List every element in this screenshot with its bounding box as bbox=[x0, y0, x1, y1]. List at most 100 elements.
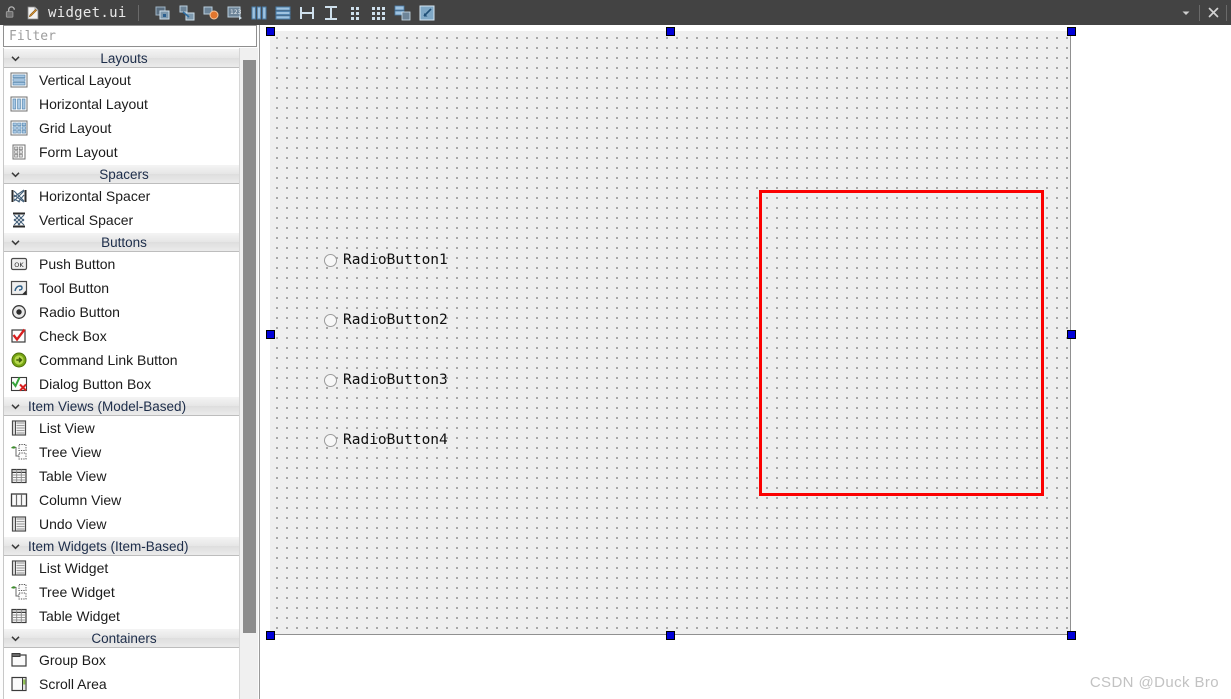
widget-box-item-list-widget[interactable]: List Widget bbox=[4, 556, 240, 580]
layout-splitter-v-icon[interactable] bbox=[319, 1, 343, 25]
section-header-label: Layouts bbox=[100, 50, 148, 66]
widget-box-section-header[interactable]: Buttons bbox=[4, 232, 240, 252]
widget-box-item-push-button[interactable]: OK Push Button bbox=[4, 252, 240, 276]
svg-text:123: 123 bbox=[230, 9, 242, 16]
selection-handle-top-middle[interactable] bbox=[666, 27, 675, 36]
widget-box-item-table-widget[interactable]: Table Widget bbox=[4, 604, 240, 628]
widget-box-item-tool-button[interactable]: Tool Button bbox=[4, 276, 240, 300]
horizontal-spacer-icon bbox=[10, 187, 32, 205]
chevron-down-icon[interactable] bbox=[4, 53, 26, 64]
widget-box-item-form-layout[interactable]: Form Layout bbox=[4, 140, 240, 164]
widget-box-item-list-view[interactable]: List View bbox=[4, 416, 240, 440]
edit-tab-order-icon[interactable]: 123 bbox=[223, 1, 247, 25]
list-view-icon bbox=[10, 419, 32, 437]
grid-layout-icon bbox=[10, 119, 32, 137]
edit-widgets-icon[interactable] bbox=[151, 1, 175, 25]
widget-box-item-label: Tree View bbox=[39, 444, 102, 460]
widget-box-section-header[interactable]: Item Views (Model-Based) bbox=[4, 396, 240, 416]
selection-handle-bottom-left[interactable] bbox=[266, 631, 275, 640]
radio-button-icon bbox=[10, 303, 32, 321]
toolbar-separator bbox=[127, 1, 151, 25]
layout-grid-icon[interactable] bbox=[367, 1, 391, 25]
widget-box-section-header[interactable]: Spacers bbox=[4, 164, 240, 184]
table-view-icon bbox=[10, 467, 32, 485]
widget-box-item-label: Group Box bbox=[39, 652, 106, 668]
form-work-area[interactable]: RadioButton1 RadioButton2 RadioButton3 R… bbox=[261, 25, 1231, 699]
selection-handle-bottom-middle[interactable] bbox=[666, 631, 675, 640]
layout-vertically-icon[interactable] bbox=[271, 1, 295, 25]
widget-box-item-radio-button[interactable]: Radio Button bbox=[4, 300, 240, 324]
section-header-label: Spacers bbox=[99, 166, 149, 182]
widget-box-item-group-box[interactable]: Group Box bbox=[4, 648, 240, 672]
adjust-size-icon[interactable] bbox=[415, 1, 439, 25]
widget-box-item-tree-view[interactable]: Tree View bbox=[4, 440, 240, 464]
widget-box-item-horizontal-layout[interactable]: Horizontal Layout bbox=[4, 92, 240, 116]
form-canvas[interactable]: RadioButton1 RadioButton2 RadioButton3 R… bbox=[270, 31, 1071, 635]
selection-handle-bottom-right[interactable] bbox=[1067, 631, 1076, 640]
widget-box-section-header[interactable]: Layouts bbox=[4, 48, 240, 68]
layout-form-icon[interactable] bbox=[343, 1, 367, 25]
filter-field-wrapper[interactable] bbox=[3, 25, 257, 47]
radio-button-label: RadioButton1 bbox=[343, 252, 448, 268]
widget-box-item-vertical-layout[interactable]: Vertical Layout bbox=[4, 68, 240, 92]
radio-button-indicator-icon[interactable] bbox=[324, 313, 337, 327]
edit-buddies-icon[interactable] bbox=[199, 1, 223, 25]
tree-widget-icon bbox=[10, 583, 32, 601]
scrollbar-thumb[interactable] bbox=[243, 60, 256, 633]
chevron-down-icon[interactable] bbox=[4, 541, 26, 552]
chevron-down-icon[interactable] bbox=[4, 237, 26, 248]
break-layout-icon[interactable] bbox=[391, 1, 415, 25]
widget-box-item-label: Vertical Spacer bbox=[39, 212, 134, 228]
widget-box-item-scroll-area[interactable]: Scroll Area bbox=[4, 672, 240, 696]
filter-input[interactable] bbox=[4, 26, 256, 46]
radio-button-widget[interactable]: RadioButton2 bbox=[324, 310, 448, 330]
widget-box-item-column-view[interactable]: Column View bbox=[4, 488, 240, 512]
form-layout-icon bbox=[10, 143, 32, 161]
title-bar: widget.ui 123 bbox=[0, 0, 1231, 25]
titlebar-divider-right bbox=[1226, 4, 1227, 21]
close-icon[interactable] bbox=[1202, 0, 1224, 25]
chevron-down-icon[interactable] bbox=[4, 401, 26, 412]
widget-box-item-label: Vertical Layout bbox=[39, 72, 131, 88]
widget-box-item-undo-view[interactable]: Undo View bbox=[4, 512, 240, 536]
selection-handle-top-right[interactable] bbox=[1067, 27, 1076, 36]
chevron-down-icon[interactable] bbox=[1175, 0, 1197, 25]
unlock-icon[interactable] bbox=[0, 0, 22, 25]
edit-document-icon bbox=[22, 0, 44, 25]
widget-box-list[interactable]: Layouts Vertical Layout Horizontal Layout G… bbox=[3, 48, 240, 699]
widget-box-item-dialog-button-box[interactable]: Dialog Button Box bbox=[4, 372, 240, 396]
widget-box-item-label: Table View bbox=[39, 468, 107, 484]
widget-box-item-label: Scroll Area bbox=[39, 676, 107, 692]
widget-box-item-check-box[interactable]: Check Box bbox=[4, 324, 240, 348]
widget-box-item-label: Command Link Button bbox=[39, 352, 178, 368]
radio-button-indicator-icon[interactable] bbox=[324, 373, 337, 387]
widget-box-item-command-link-button[interactable]: Command Link Button bbox=[4, 348, 240, 372]
radio-button-indicator-icon[interactable] bbox=[324, 433, 337, 447]
widget-box-section-header[interactable]: Containers bbox=[4, 628, 240, 648]
widget-box-item-label: Form Layout bbox=[39, 144, 118, 160]
widget-box-item-horizontal-spacer[interactable]: Horizontal Spacer bbox=[4, 184, 240, 208]
column-view-icon bbox=[10, 491, 32, 509]
radio-button-label: RadioButton4 bbox=[343, 432, 448, 448]
radio-button-indicator-icon[interactable] bbox=[324, 253, 337, 267]
radio-button-widget[interactable]: RadioButton4 bbox=[324, 430, 448, 450]
widget-box-section-header[interactable]: Item Widgets (Item-Based) bbox=[4, 536, 240, 556]
widget-box-item-grid-layout[interactable]: Grid Layout bbox=[4, 116, 240, 140]
selection-handle-middle-right[interactable] bbox=[1067, 330, 1076, 339]
chevron-down-icon[interactable] bbox=[4, 633, 26, 644]
radio-button-widget[interactable]: RadioButton1 bbox=[324, 250, 448, 270]
widget-box-item-vertical-spacer[interactable]: Vertical Spacer bbox=[4, 208, 240, 232]
section-header-label: Item Widgets (Item-Based) bbox=[28, 538, 189, 554]
layout-horizontally-icon[interactable] bbox=[247, 1, 271, 25]
widget-box-scrollbar[interactable] bbox=[239, 48, 258, 699]
radio-button-widget[interactable]: RadioButton3 bbox=[324, 370, 448, 390]
tool-button-icon bbox=[10, 279, 32, 297]
selection-handle-middle-left[interactable] bbox=[266, 330, 275, 339]
chevron-down-icon[interactable] bbox=[4, 169, 26, 180]
widget-box-item-tree-widget[interactable]: Tree Widget bbox=[4, 580, 240, 604]
layout-splitter-h-icon[interactable] bbox=[295, 1, 319, 25]
vertical-layout-icon bbox=[10, 71, 32, 89]
edit-signals-slots-icon[interactable] bbox=[175, 1, 199, 25]
widget-box-item-table-view[interactable]: Table View bbox=[4, 464, 240, 488]
selection-handle-top-left[interactable] bbox=[266, 27, 275, 36]
